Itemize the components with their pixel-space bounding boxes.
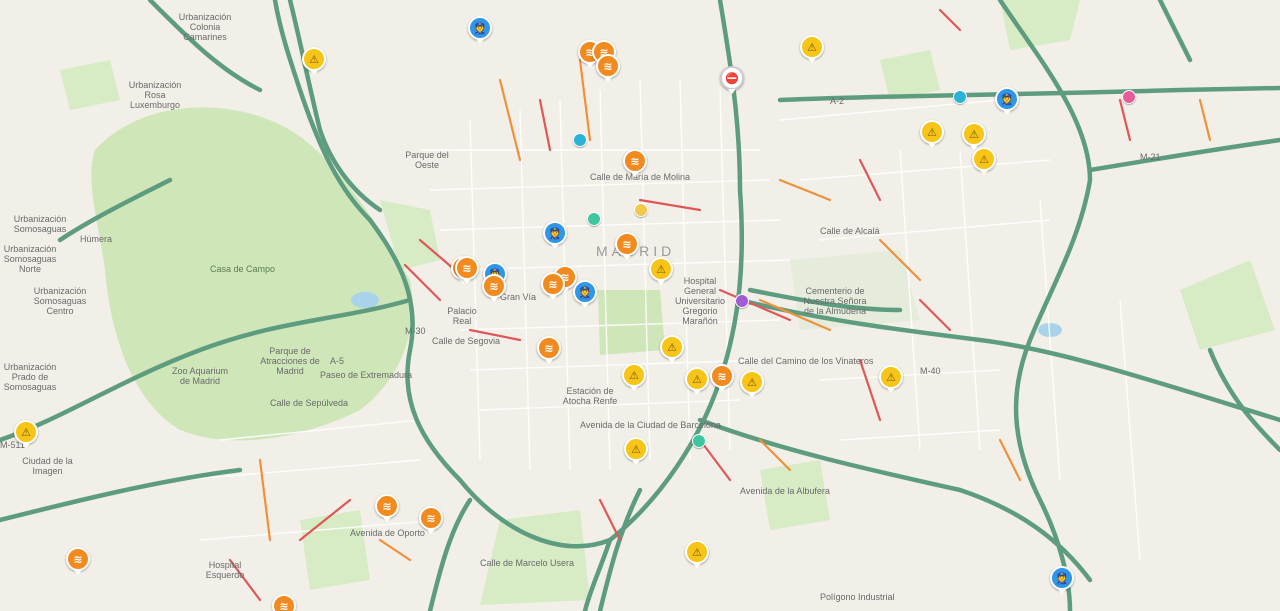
- map-label: Paseo de Extremadura: [320, 370, 413, 380]
- traffic-jam-marker[interactable]: ≋: [419, 506, 443, 534]
- traffic-jam-marker[interactable]: ≋: [482, 274, 506, 302]
- map-label: Polígono Industrial: [820, 592, 895, 602]
- traffic-jam-marker[interactable]: ≋: [615, 232, 639, 260]
- traffic-jam-marker[interactable]: ≋: [541, 272, 565, 300]
- map-label: Calle de Alcalá: [820, 226, 880, 236]
- wazer-icon[interactable]: [634, 203, 648, 217]
- hazard-marker[interactable]: ⚠: [800, 35, 824, 63]
- traffic-jam-marker[interactable]: ≋: [66, 547, 90, 575]
- map-label: Calle de Sepúlveda: [270, 398, 349, 408]
- map-canvas[interactable]: Urbanización Colonia Camarines Urbanizac…: [0, 0, 1280, 611]
- traffic-jam-marker[interactable]: ≋: [710, 364, 734, 392]
- highway-label: A-2: [830, 96, 845, 106]
- hazard-marker[interactable]: ⚠: [624, 437, 648, 465]
- map-label: Húmera: [80, 234, 113, 244]
- traffic-jam-marker[interactable]: ≋: [623, 149, 647, 177]
- hazard-marker[interactable]: ⚠: [962, 122, 986, 150]
- hazard-marker[interactable]: ⚠: [740, 370, 764, 398]
- police-marker[interactable]: 👮: [573, 280, 597, 308]
- police-marker[interactable]: 👮: [1050, 566, 1074, 594]
- highway-label: A-5: [330, 356, 345, 366]
- map-base-layer: [0, 0, 1280, 611]
- map-label: Urbanización Rosa Luxemburgo: [128, 80, 182, 110]
- map-label: Urbanización Somosaguas Norte: [3, 244, 57, 274]
- traffic-jam-marker[interactable]: ≋: [375, 494, 399, 522]
- traffic-jam-marker[interactable]: ≋: [537, 336, 561, 364]
- hazard-marker[interactable]: ⚠: [649, 257, 673, 285]
- police-marker[interactable]: 👮: [995, 87, 1019, 115]
- map-label: Calle de Marcelo Usera: [480, 558, 575, 568]
- traffic-jam-marker[interactable]: ≋: [455, 256, 479, 284]
- lake-casa-campo: [351, 292, 379, 308]
- hazard-marker[interactable]: ⚠: [685, 540, 709, 568]
- wazer-icon[interactable]: [692, 434, 706, 448]
- map-label: Urbanización Somosaguas Centro: [33, 286, 87, 316]
- highway-label: M-21: [1140, 152, 1161, 162]
- wazer-icon[interactable]: [735, 294, 749, 308]
- police-marker[interactable]: 👮: [468, 16, 492, 44]
- traffic-jam-marker[interactable]: ≋: [272, 594, 296, 611]
- hazard-marker[interactable]: ⚠: [920, 120, 944, 148]
- park-sw: [300, 510, 370, 590]
- map-label: Urbanización Somosaguas: [13, 214, 67, 234]
- map-label: Hospital Esquerdo: [205, 560, 245, 580]
- map-label: Casa de Campo: [210, 264, 276, 274]
- map-label: Calle de Segovia: [432, 336, 501, 346]
- map-label: Cementerio de Nuestra Señora de la Almud…: [803, 286, 867, 316]
- map-label: Avenida de la Ciudad de Barcelona: [580, 420, 721, 430]
- map-label: Urbanización Colonia Camarines: [178, 12, 232, 42]
- wazer-icon[interactable]: [573, 133, 587, 147]
- map-label: Parque del Oeste: [405, 150, 449, 170]
- map-label: Hospital General Universitario Gregorio …: [674, 276, 725, 326]
- highway-label: M-30: [405, 326, 426, 336]
- wazer-icon[interactable]: [587, 212, 601, 226]
- map-label: Zoo Aquarium de Madrid: [171, 366, 229, 386]
- hazard-marker[interactable]: ⚠: [302, 47, 326, 75]
- wazer-icon[interactable]: [953, 90, 967, 104]
- retiro-park: [598, 290, 665, 355]
- hazard-marker[interactable]: ⚠: [14, 420, 38, 448]
- map-label: Calle del Camino de los Vinateros: [738, 356, 874, 366]
- map-label: Urbanización Prado de Somosaguas: [3, 362, 57, 392]
- map-label: Parque de Atracciones de Madrid: [260, 346, 320, 376]
- hazard-marker[interactable]: ⚠: [685, 367, 709, 395]
- road-closure-marker[interactable]: ⛔: [720, 66, 744, 94]
- highway-label: M-40: [920, 366, 941, 376]
- hazard-marker[interactable]: ⚠: [879, 365, 903, 393]
- map-label: Gran Vía: [500, 292, 537, 302]
- map-label: Ciudad de la Imagen: [22, 456, 73, 476]
- map-label: Estación de Atocha Renfe: [562, 386, 618, 406]
- hazard-marker[interactable]: ⚠: [622, 363, 646, 391]
- map-label: Palacio Real: [447, 306, 477, 326]
- hazard-marker[interactable]: ⚠: [660, 335, 684, 363]
- hazard-marker[interactable]: ⚠: [972, 147, 996, 175]
- map-label: Avenida de la Albufera: [740, 486, 830, 496]
- wazer-icon[interactable]: [1122, 90, 1136, 104]
- traffic-jam-marker[interactable]: ≋: [596, 54, 620, 82]
- map-label: Calle de María de Molina: [590, 172, 691, 182]
- police-marker[interactable]: 👮: [543, 221, 567, 249]
- map-label: Avenida de Oporto: [350, 528, 425, 538]
